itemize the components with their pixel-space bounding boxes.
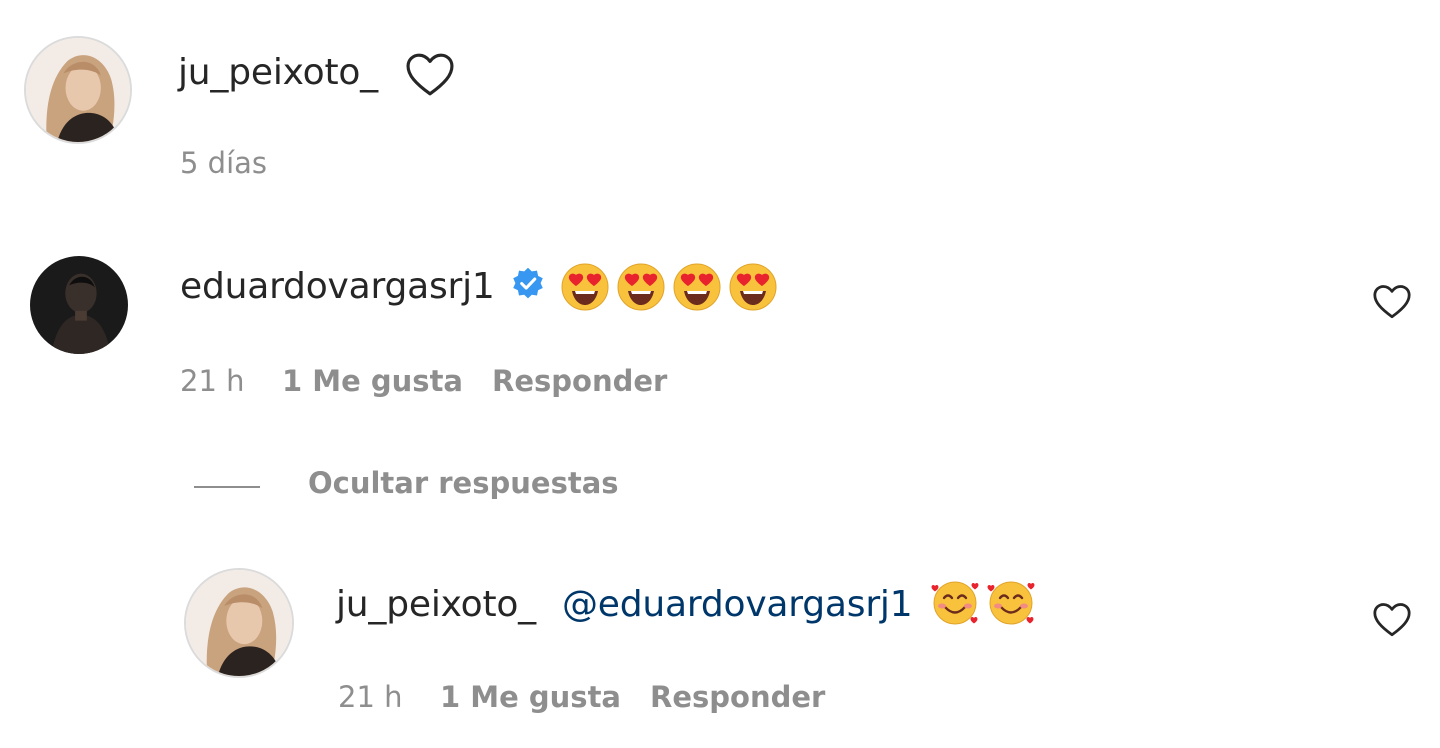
parent-comment-text [560,262,778,312]
reply-time: 21 h [338,680,403,714]
reply-likes-count[interactable]: 1 Me gusta [440,680,621,714]
hide-replies-button[interactable]: Ocultar respuestas [308,466,619,500]
heart-eyes-emoji [729,263,777,311]
comment-age: 5 días [180,146,268,180]
parent-reply-button[interactable]: Responder [492,364,667,398]
avatar-ju-peixoto-reply[interactable] [184,568,294,678]
verified-badge-icon [510,266,546,302]
comment-like-heart-icon[interactable] [404,52,456,98]
reply-text-emojis [930,578,1036,628]
reply-mention-link[interactable]: @eduardovargasrj1 [562,584,913,625]
parent-username[interactable]: eduardovargasrj1 [180,266,495,307]
avatar-ju-peixoto[interactable] [24,36,132,144]
comment-username[interactable]: ju_peixoto_ [178,52,378,93]
smiling-face-with-hearts-emoji [987,581,1035,625]
reply-reply-button[interactable]: Responder [650,680,825,714]
avatar-eduardovargasrj1[interactable] [30,256,128,354]
avatar-image [186,570,292,676]
parent-likes-count[interactable]: 1 Me gusta [282,364,463,398]
avatar-image [30,256,128,354]
parent-time: 21 h [180,364,245,398]
reply-username[interactable]: ju_peixoto_ [336,584,536,625]
reply-like-heart-icon[interactable] [1372,602,1412,638]
heart-eyes-emoji [617,263,665,311]
parent-like-heart-icon[interactable] [1372,284,1412,320]
avatar-image [26,38,130,142]
heart-eyes-emoji [561,263,609,311]
smiling-face-with-hearts-emoji [931,581,979,625]
replies-divider-line [194,486,260,488]
heart-eyes-emoji [673,263,721,311]
